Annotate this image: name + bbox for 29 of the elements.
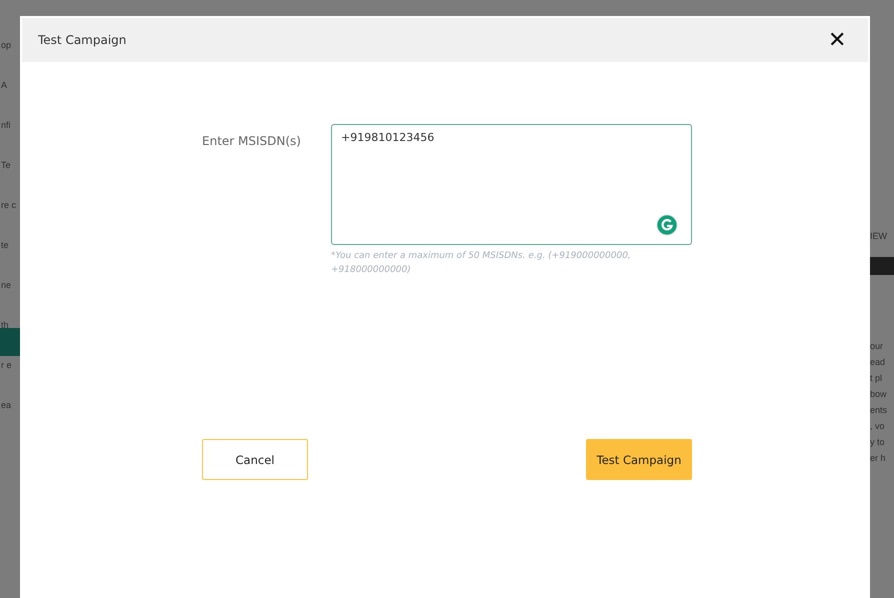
- background-text: ead: [870, 357, 886, 368]
- background-text: y to: [870, 437, 886, 448]
- hint-text: *You can enter a maximum of 50 MSISDNs. e.g. (+919000000000, +918000000000): [331, 250, 632, 277]
- field-label: Enter MSISDN(s): [202, 133, 302, 150]
- background-text: our: [870, 341, 884, 352]
- background-text: nfi: [1, 120, 12, 131]
- test-campaign-button[interactable]: Test Campaign: [586, 439, 692, 480]
- background-text: ea: [1, 400, 12, 411]
- background-text: te: [1, 240, 10, 251]
- dialog-title: Test Campaign: [38, 33, 126, 47]
- background-text: bow: [870, 389, 888, 400]
- background-text: ents: [870, 405, 888, 416]
- background-text: ne: [1, 280, 12, 291]
- background-text: IEW: [870, 231, 888, 242]
- background-text: r e: [1, 360, 13, 371]
- cancel-button[interactable]: Cancel: [202, 439, 308, 480]
- close-button[interactable]: ✕: [828, 29, 846, 51]
- background-text: op: [1, 40, 12, 51]
- background-text: A: [1, 80, 8, 91]
- background-text: th: [1, 320, 10, 331]
- background-text: Te: [1, 160, 12, 171]
- grammar-assistant-icon[interactable]: [656, 214, 678, 236]
- background-text: t pl: [870, 373, 884, 384]
- background-panel: [0, 328, 20, 356]
- background-text: er h: [870, 453, 887, 464]
- msisdn-field[interactable]: +919810123456: [331, 124, 692, 245]
- background-panel: [870, 257, 894, 275]
- background-text: re c: [1, 200, 18, 211]
- background-text: , vo: [870, 421, 886, 432]
